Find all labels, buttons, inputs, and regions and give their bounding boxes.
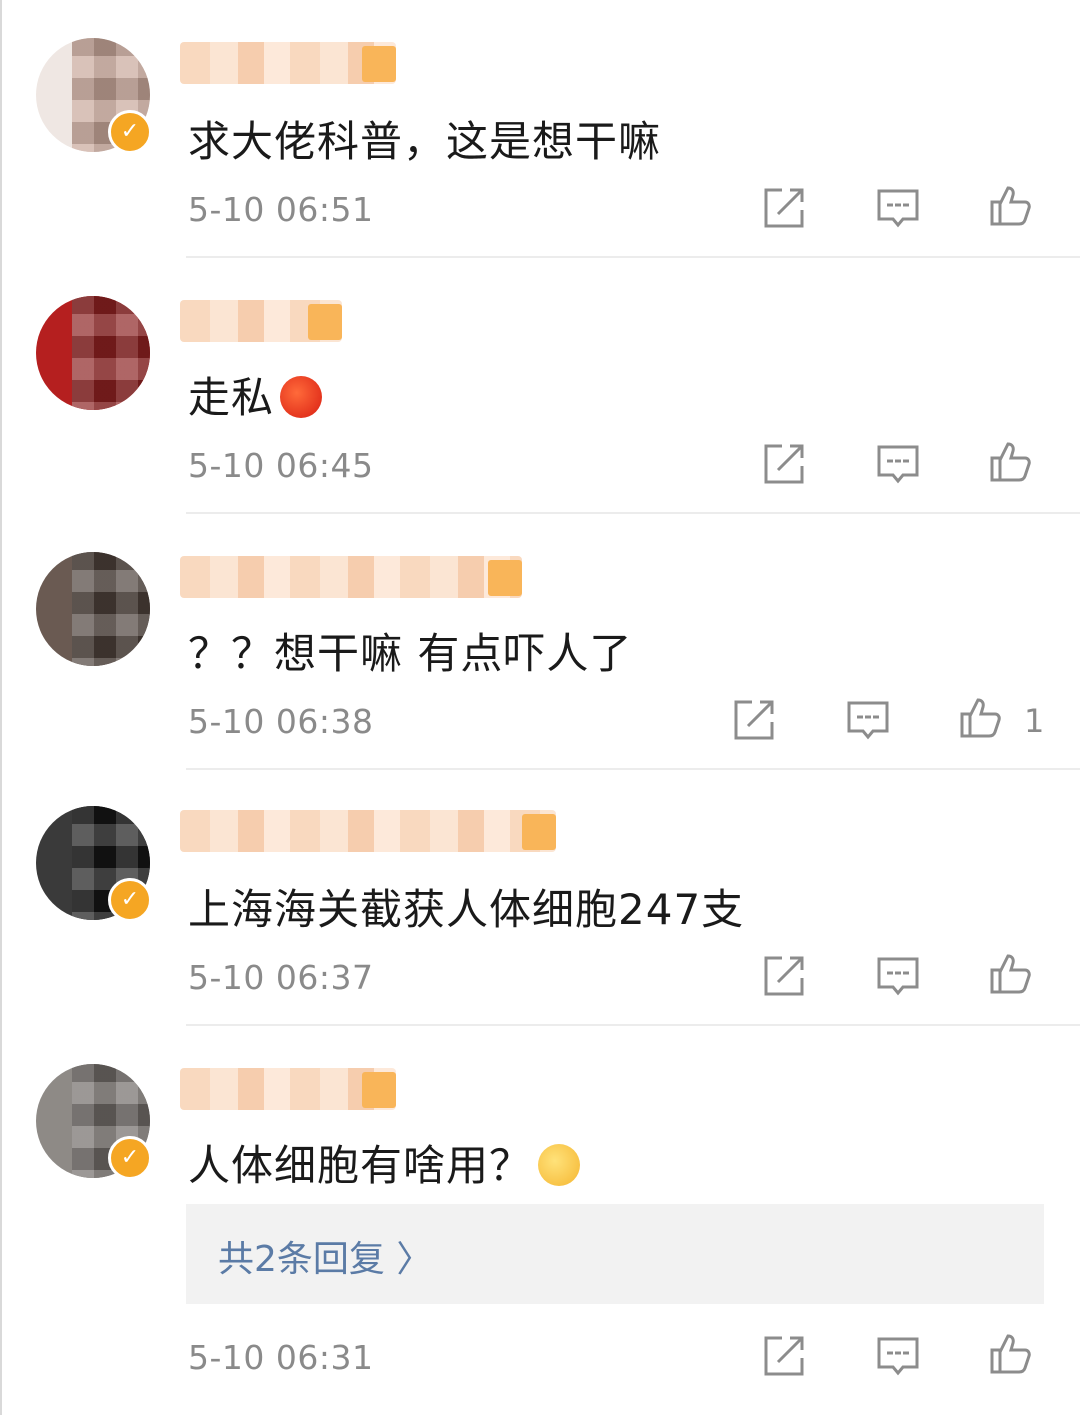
verified-badge-icon: ✓ (108, 1136, 152, 1180)
comment-item: ？？想干嘛 有点吓人了 5-10 06:38 1 (0, 514, 1080, 770)
comment-icon[interactable] (876, 442, 920, 486)
comment-time: 5-10 06:37 (188, 958, 374, 997)
username[interactable] (180, 810, 556, 852)
comment-text: 走私 (188, 364, 323, 425)
comment-icon[interactable] (876, 186, 920, 230)
username[interactable] (180, 1068, 396, 1110)
thumbs-up-icon[interactable] (988, 952, 1032, 996)
comment-text: ？？想干嘛 有点吓人了 (188, 629, 633, 678)
reply-summary-label: 共2条回复 〉 (218, 1239, 433, 1280)
thumbs-up-icon[interactable] (988, 184, 1032, 228)
comment-item: 走私 5-10 06:45 (0, 258, 1080, 514)
like-count: 1 (1024, 702, 1045, 740)
comment-icon[interactable] (876, 954, 920, 998)
comment-text: 求大佬科普，这是想干嘛 (188, 117, 662, 166)
thumbs-up-icon[interactable] (958, 696, 1002, 740)
dizzy-grin-emoji-icon (538, 1143, 581, 1186)
share-icon[interactable] (762, 954, 806, 998)
comment-time: 5-10 06:38 (188, 702, 374, 741)
username[interactable] (180, 42, 396, 84)
reply-summary[interactable]: 共2条回复 〉 (186, 1204, 1044, 1304)
comment-icon[interactable] (846, 698, 890, 742)
username[interactable] (180, 300, 342, 342)
comment-icon[interactable] (876, 1334, 920, 1378)
verified-badge-icon: ✓ (108, 110, 152, 154)
avatar[interactable] (36, 552, 150, 666)
share-icon[interactable] (762, 186, 806, 230)
angry-emoji-icon (280, 375, 323, 418)
comment-time: 5-10 06:51 (188, 190, 374, 229)
comment-text-content: 人体细胞有啥用？ (188, 1141, 533, 1190)
share-icon[interactable] (762, 1334, 806, 1378)
comment-item: ✓ 上海海关截获人体细胞247支 5-10 06:37 (0, 770, 1080, 1026)
comment-text: 人体细胞有啥用？ (188, 1132, 581, 1193)
avatar[interactable] (36, 296, 150, 410)
thumbs-up-icon[interactable] (988, 1332, 1032, 1376)
share-icon[interactable] (732, 698, 776, 742)
comment-text-content: 走私 (188, 373, 275, 422)
verified-badge-icon: ✓ (108, 878, 152, 922)
comment-time: 5-10 06:31 (188, 1338, 374, 1377)
share-icon[interactable] (762, 442, 806, 486)
comment-item: ✓ 求大佬科普，这是想干嘛 5-10 06:51 (0, 0, 1080, 258)
comment-text: 上海海关截获人体细胞247支 (188, 885, 745, 934)
comment-item: ✓ 人体细胞有啥用？ 共2条回复 〉 5-10 06:31 (0, 1026, 1080, 1415)
username[interactable] (180, 556, 522, 598)
thumbs-up-icon[interactable] (988, 440, 1032, 484)
comment-time: 5-10 06:45 (188, 446, 374, 485)
